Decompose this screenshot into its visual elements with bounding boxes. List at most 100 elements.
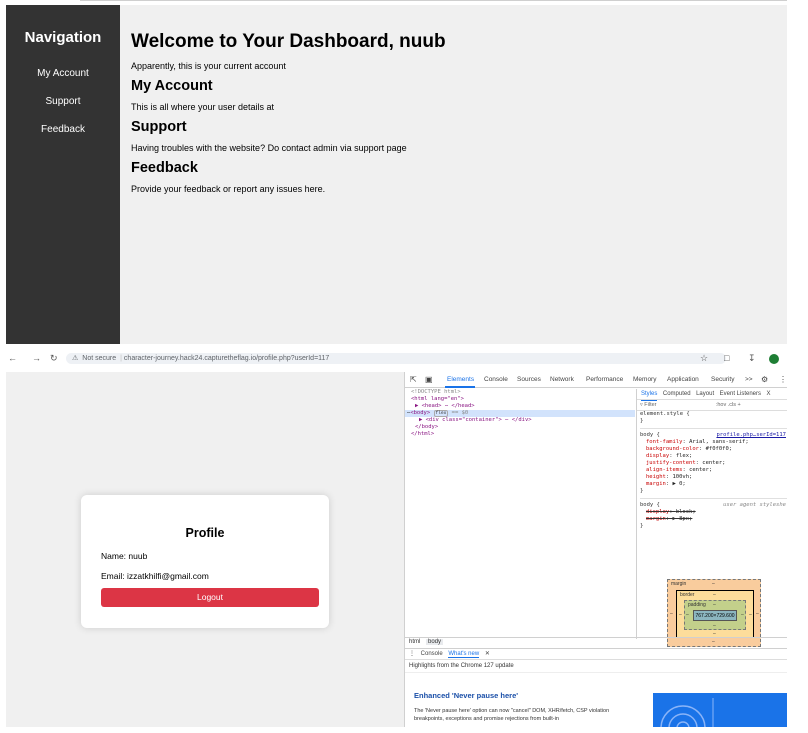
dom-node[interactable]: ▶ <div class="container"> ⋯ </div>	[405, 417, 635, 424]
tab-security[interactable]: Security	[711, 376, 734, 383]
profile-card: Profile Name: nuub Email: izzatkhilfi@gm…	[81, 495, 329, 628]
tab-memory[interactable]: Memory	[633, 376, 656, 383]
tab-performance[interactable]: Performance	[586, 376, 623, 383]
download-icon[interactable]: ↧	[748, 353, 756, 364]
dom-node[interactable]: <html lang="en">	[405, 396, 635, 403]
devtools-tabbar: ⇱ ▣ Elements Console Sources Network Per…	[405, 372, 787, 388]
profile-email: Email: izzatkhilfi@gmail.com	[101, 571, 209, 581]
settings-gear-icon[interactable]: ⚙	[761, 375, 768, 384]
dashboard-content: Welcome to Your Dashboard, nuub Apparent…	[131, 5, 771, 194]
drawer-menu-icon[interactable]: ⋮	[409, 651, 415, 657]
feature-illustration	[653, 693, 787, 727]
security-label[interactable]: Not secure	[82, 355, 116, 362]
box-content-size[interactable]: 767.200×729.600	[693, 610, 737, 621]
filter-input[interactable]: Filter	[644, 400, 714, 411]
bookmark-star-icon[interactable]: ☆	[700, 353, 708, 364]
tab-application[interactable]: Application	[667, 376, 699, 383]
whats-new-highlights: Highlights from the Chrome 127 update	[405, 660, 787, 673]
warning-icon[interactable]: ⚠	[72, 355, 78, 362]
ua-source: user agent styleshe	[723, 502, 786, 508]
css-declaration[interactable]: font-family: Arial, sans-serif;	[640, 439, 787, 446]
css-declaration[interactable]: justify-content: center;	[640, 460, 787, 467]
tab-drawer-console[interactable]: Console	[421, 651, 443, 657]
rule-close: }	[640, 523, 644, 529]
inspect-icon[interactable]: ⇱	[410, 375, 417, 384]
sidebar-title: Navigation	[24, 29, 102, 46]
forward-icon[interactable]: →	[32, 353, 41, 363]
kebab-menu-icon[interactable]: ⋮	[779, 375, 787, 384]
sidebar-item-my-account[interactable]: My Account	[6, 68, 120, 79]
rule-source-link[interactable]: profile.php…serId=117	[716, 432, 786, 439]
tab-computed[interactable]: Computed	[663, 389, 691, 400]
tab-network[interactable]: Network	[550, 376, 574, 383]
css-declaration[interactable]: display: flex;	[640, 453, 787, 460]
css-rules: element.style { } body { profile.php…serI…	[637, 411, 787, 530]
breadcrumb: html body	[405, 637, 787, 647]
profile-avatar[interactable]	[769, 354, 779, 364]
page-title: Welcome to Your Dashboard, nuub	[131, 31, 446, 52]
close-icon[interactable]: X	[767, 389, 771, 400]
crumb-body[interactable]: body	[426, 639, 444, 645]
sidebar-item-feedback[interactable]: Feedback	[6, 124, 120, 135]
border-label: border	[680, 592, 695, 598]
browser-toolbar: ← → ↻ ⚠ Not secure | character-journey.hac…	[0, 352, 787, 366]
back-icon[interactable]: ←	[8, 353, 17, 363]
ua-rule-header: body { user agent styleshe	[640, 502, 787, 509]
css-declaration[interactable]: align-items: center;	[640, 467, 787, 474]
feature-description: The 'Never pause here' option can now "c…	[414, 708, 610, 722]
css-declaration[interactable]: margin: ▶ 0;	[640, 481, 787, 488]
devtools-drawer: ⋮ Console What's new ✕ Highlights from t…	[405, 648, 787, 727]
sidebar-item-support[interactable]: Support	[6, 96, 120, 107]
section-title-my-account: My Account	[131, 78, 213, 94]
feature-title[interactable]: Enhanced 'Never pause here'	[414, 691, 518, 700]
section-title-support: Support	[131, 119, 187, 135]
css-declaration-overridden[interactable]: margin: ▶ 8px;	[640, 516, 787, 523]
dom-node[interactable]: </html>	[405, 431, 635, 438]
more-tabs-button[interactable]: >>	[745, 376, 753, 383]
tab-elements[interactable]: Elements	[447, 376, 474, 383]
css-declaration-overridden[interactable]: display: block;	[640, 509, 787, 516]
styles-tabbar: Styles Computed Layout Event Listeners X	[637, 389, 787, 401]
logout-button[interactable]: Logout	[101, 588, 319, 607]
top-divider	[80, 0, 787, 1]
ua-rule-selector[interactable]: body {	[640, 502, 660, 508]
section-title-feedback: Feedback	[131, 160, 198, 176]
dom-tree: <!DOCTYPE html> <html lang="en"> ▶ <head…	[405, 389, 635, 639]
margin-label: margin	[671, 581, 687, 587]
tab-whats-new[interactable]: What's new	[448, 651, 480, 658]
filter-icon: ▿	[640, 402, 643, 408]
css-declaration[interactable]: height: 100vh;	[640, 474, 787, 481]
css-declaration[interactable]: background-color: #f0f0f0;	[640, 446, 787, 453]
tab-event-listeners[interactable]: Event Listeners	[720, 389, 761, 400]
tab-layout[interactable]: Layout	[696, 389, 714, 400]
rule-selector[interactable]: body {	[640, 432, 660, 438]
section-text-my-account: This is all where your user details at	[131, 102, 275, 112]
intro-text: Apparently, this is your current account	[131, 61, 286, 71]
tab-console[interactable]: Console	[484, 376, 508, 383]
dom-node[interactable]: ▶ <head> ⋯ </head>	[405, 403, 635, 410]
reload-icon[interactable]: ↻	[50, 353, 58, 364]
tab-sources[interactable]: Sources	[517, 376, 541, 383]
close-icon[interactable]: ✕	[485, 651, 490, 657]
url-text[interactable]: character-journey.hack24.capturetheflag.…	[124, 355, 329, 362]
profile-title: Profile	[185, 526, 225, 540]
devtools-panel: ⇱ ▣ Elements Console Sources Network Per…	[404, 372, 787, 727]
address-bar[interactable]: ⚠ Not secure | character-journey.hack24.ca…	[66, 353, 726, 364]
profile-name: Name: nuub	[101, 551, 148, 561]
dom-node-selected[interactable]: ⋯<body> flex == $0	[405, 410, 635, 417]
crumb-html[interactable]: html	[409, 639, 420, 645]
style-tools[interactable]: :hov .cls +	[716, 402, 741, 408]
box-padding: padding – – – – 767.200×729.600	[684, 600, 746, 630]
dom-node[interactable]: <!DOCTYPE html>	[405, 389, 635, 396]
padding-label: padding	[688, 602, 706, 608]
rule-close: }	[640, 418, 644, 424]
active-tab-indicator	[445, 386, 475, 388]
sidebar: Navigation My Account Support Feedback	[6, 5, 120, 344]
element-style-rule[interactable]: element.style {	[640, 411, 787, 418]
section-text-support: Having troubles with the website? Do con…	[131, 143, 407, 153]
device-toggle-icon[interactable]: ▣	[425, 375, 433, 384]
section-text-feedback: Provide your feedback or report any issu…	[131, 184, 326, 194]
dom-node[interactable]: </body>	[405, 424, 635, 431]
extensions-icon[interactable]: □	[724, 353, 729, 363]
styles-filter-row: ▿ Filter :hov .cls +	[637, 400, 787, 411]
